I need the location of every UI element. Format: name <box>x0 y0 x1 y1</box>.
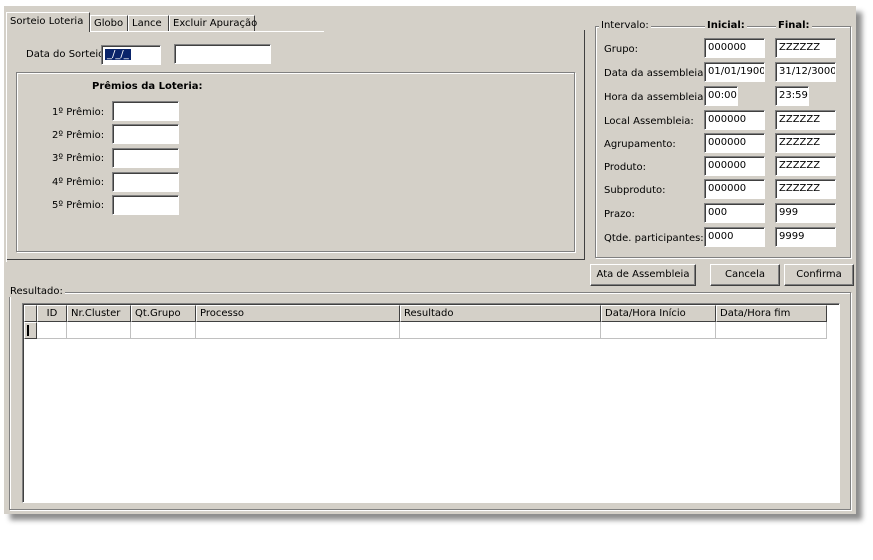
ata-assembleia-button[interactable]: Ata de Assembleia <box>590 264 696 286</box>
premio-3-label: 3º Prêmio: <box>52 153 105 164</box>
confirma-button[interactable]: Confirma <box>784 264 854 286</box>
tab-sorteio-loteria[interactable]: Sorteio Loteria <box>6 12 90 32</box>
produto-inicial-input[interactable]: 000000 <box>704 156 765 176</box>
intervalo-col-final: Final: <box>776 20 812 31</box>
cancela-button[interactable]: Cancela <box>710 264 780 286</box>
row-indicator[interactable] <box>24 322 37 339</box>
qtde-participantes-label: Qtde. participantes: <box>604 233 704 244</box>
data-assembleia-final-input[interactable]: 31/12/3000 <box>775 62 836 82</box>
subproduto-inicial-input[interactable]: 000000 <box>704 179 765 199</box>
hora-assembleia-label: Hora da assembleia: <box>604 92 707 103</box>
premio-4-input[interactable] <box>112 172 179 192</box>
premio-5-input[interactable] <box>112 195 179 215</box>
table-cell[interactable] <box>601 322 716 339</box>
sorteio-extra-input[interactable] <box>174 44 271 64</box>
table-cell[interactable] <box>196 322 400 339</box>
intervalo-title: Intervalo: <box>599 20 651 31</box>
col-header-id[interactable]: ID <box>37 305 67 322</box>
grupo-label: Grupo: <box>604 44 639 55</box>
subproduto-final-input[interactable]: ZZZZZZ <box>775 179 836 199</box>
intervalo-col-inicial: Inicial: <box>705 20 747 31</box>
grid-corner <box>24 305 37 322</box>
qtde-participantes-final-input[interactable]: 9999 <box>775 227 836 247</box>
tab-lance[interactable]: Lance <box>128 15 169 31</box>
prazo-label: Prazo: <box>604 209 635 220</box>
resultado-grid[interactable]: ID Nr.Cluster Qt.Grupo Processo Resultad… <box>22 303 840 503</box>
produto-label: Produto: <box>604 162 646 173</box>
data-assembleia-inicial-input[interactable]: 01/01/1900 <box>704 62 765 82</box>
premio-3-input[interactable] <box>112 148 179 168</box>
col-header-data-hora-inicio[interactable]: Data/Hora Início <box>601 305 716 322</box>
qtde-participantes-inicial-input[interactable]: 0000 <box>704 227 765 247</box>
premio-2-label: 2º Prêmio: <box>52 130 105 141</box>
grupo-final-input[interactable]: ZZZZZZ <box>775 38 836 58</box>
produto-final-input[interactable]: ZZZZZZ <box>775 156 836 176</box>
resultado-title: Resultado: <box>8 286 65 297</box>
agrupamento-inicial-input[interactable]: 000000 <box>704 133 765 153</box>
premio-4-label: 4º Prêmio: <box>52 177 105 188</box>
table-row[interactable] <box>37 322 67 339</box>
table-cell[interactable] <box>131 322 196 339</box>
grupo-inicial-input[interactable]: 000000 <box>704 38 765 58</box>
agrupamento-final-input[interactable]: ZZZZZZ <box>775 133 836 153</box>
premio-2-input[interactable] <box>112 124 179 144</box>
subproduto-label: Subproduto: <box>604 185 666 196</box>
prazo-inicial-input[interactable]: 000 <box>704 203 765 223</box>
local-assembleia-inicial-input[interactable]: 000000 <box>704 110 765 130</box>
local-assembleia-final-input[interactable]: ZZZZZZ <box>775 110 836 130</box>
premio-1-label: 1º Prêmio: <box>52 107 105 118</box>
col-header-processo[interactable]: Processo <box>196 305 400 322</box>
col-header-qt-grupo[interactable]: Qt.Grupo <box>131 305 196 322</box>
agrupamento-label: Agrupamento: <box>604 139 676 150</box>
col-header-resultado[interactable]: Resultado <box>400 305 601 322</box>
sorteio-date-input[interactable]: _/_/_ <box>101 45 161 65</box>
premios-title: Prêmios da Loteria: <box>92 81 203 92</box>
col-header-data-hora-fim[interactable]: Data/Hora fim <box>716 305 827 322</box>
local-assembleia-label: Local Assembleia: <box>604 116 694 127</box>
premio-1-input[interactable] <box>112 101 179 121</box>
hora-assembleia-final-input[interactable]: 23:59 <box>775 86 809 106</box>
prazo-final-input[interactable]: 999 <box>775 203 836 223</box>
table-cell[interactable] <box>716 322 827 339</box>
row-indicator-mark <box>27 325 29 336</box>
tab-excluir-apuracao[interactable]: Excluir Apuração <box>169 15 257 31</box>
table-cell[interactable] <box>67 322 131 339</box>
tab-globo[interactable]: Globo <box>90 15 128 31</box>
col-header-nr-cluster[interactable]: Nr.Cluster <box>67 305 131 322</box>
table-cell[interactable] <box>400 322 601 339</box>
data-assembleia-label: Data da assembleia: <box>604 68 707 79</box>
hora-assembleia-inicial-input[interactable]: 00:00 <box>704 86 738 106</box>
main-window: Sorteio Loteria Globo Lance Excluir Apur… <box>4 6 856 514</box>
sorteio-date-label: Data do Sorteio: <box>26 49 108 60</box>
premio-5-label: 5º Prêmio: <box>52 200 105 211</box>
